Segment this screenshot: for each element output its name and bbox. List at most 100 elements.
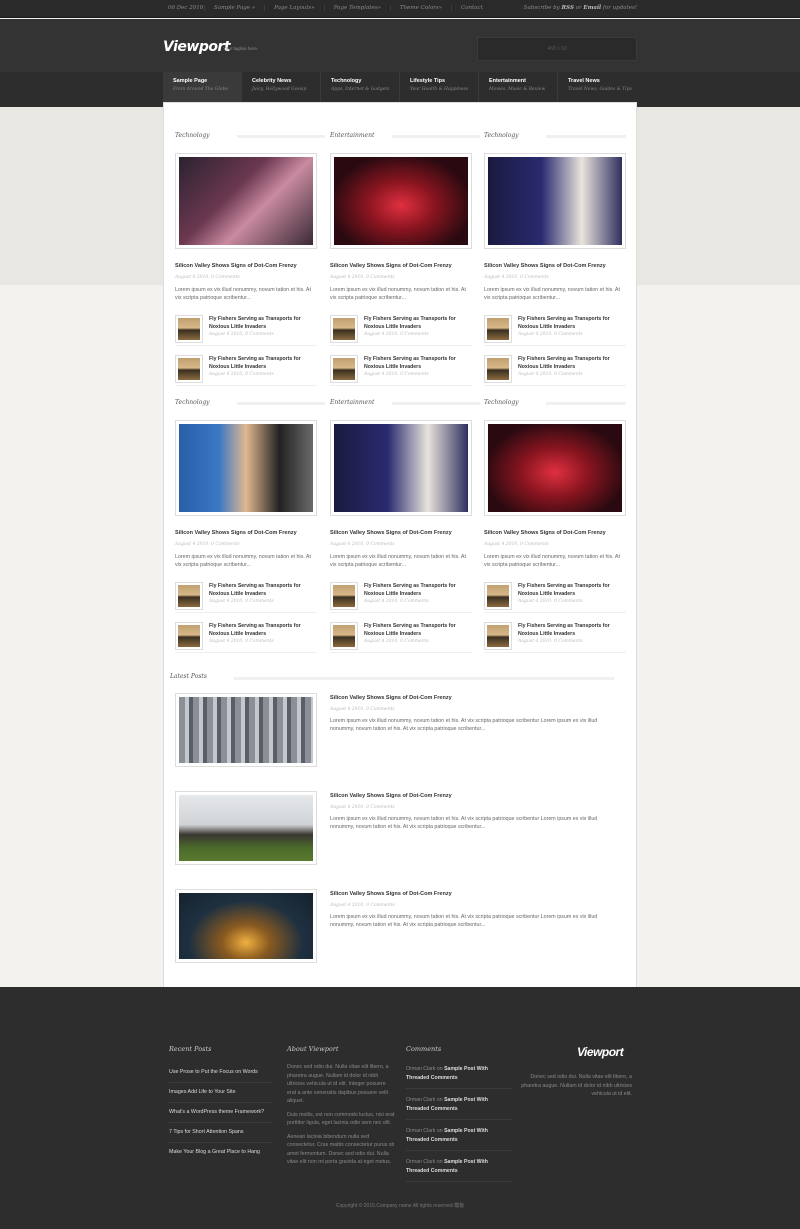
top-nav: Sample Page » Page Layouts» Page Templat… (204, 5, 492, 11)
comment-item[interactable]: Orman Clark on Sample Post With Threaded… (406, 1094, 512, 1120)
featured-image[interactable] (175, 153, 317, 249)
site-logo[interactable]: Viewport (163, 39, 231, 55)
mini-post-thumbnail[interactable] (175, 315, 203, 343)
mini-post-title[interactable]: Fly Fishers Serving as Transports for No… (364, 355, 472, 371)
about-paragraph: Donec sed odio dui. Nulla vitae elit lib… (287, 1064, 389, 1104)
latest-post-image[interactable] (175, 693, 317, 767)
fishing-boat-photo (178, 585, 200, 607)
mini-post[interactable]: Fly Fishers Serving as Transports for No… (330, 619, 472, 653)
comment-item[interactable]: Orman Clark on Sample Post With Threaded… (406, 1156, 512, 1182)
mini-post-thumbnail[interactable] (330, 582, 358, 610)
mini-post[interactable]: Fly Fishers Serving as Transports for No… (175, 312, 317, 346)
mini-post-title[interactable]: Fly Fishers Serving as Transports for No… (364, 622, 472, 638)
topnav-page-templates[interactable]: Page Templates» (323, 5, 390, 11)
mini-post-thumbnail[interactable] (484, 355, 512, 383)
post-title[interactable]: Silicon Valley Shows Signs of Dot-Com Fr… (330, 530, 452, 536)
post-title[interactable]: Silicon Valley Shows Signs of Dot-Com Fr… (175, 263, 297, 269)
recent-post-link[interactable]: 7 Tips for Short Attention Spans (169, 1123, 272, 1143)
topnav-sample-page[interactable]: Sample Page » (204, 5, 264, 11)
ad-banner[interactable]: 468 x 60 (477, 37, 637, 61)
mini-post-title[interactable]: Fly Fishers Serving as Transports for No… (518, 622, 626, 638)
category-heading[interactable]: Technology (175, 399, 210, 406)
mini-post[interactable]: Fly Fishers Serving as Transports for No… (330, 352, 472, 386)
mini-post-meta: August 4 2010, 0 Comments (209, 372, 274, 377)
nav-technology[interactable]: Technology Apps, Internet & Gadgets (321, 72, 400, 102)
mini-post[interactable]: Fly Fishers Serving as Transports for No… (484, 312, 626, 346)
mini-post-title[interactable]: Fly Fishers Serving as Transports for No… (209, 315, 317, 331)
mini-post-title[interactable]: Fly Fishers Serving as Transports for No… (364, 315, 472, 331)
fishing-boat-photo (178, 625, 200, 647)
singer-red-dress-photo (488, 424, 622, 512)
topnav-theme-colors[interactable]: Theme Colors» (389, 5, 451, 11)
featured-image[interactable] (330, 420, 472, 516)
category-heading[interactable]: Entertainment (330, 132, 374, 139)
rss-link[interactable]: RSS (562, 5, 574, 11)
mini-post-meta: August 4 2010, 0 Comments (364, 332, 429, 337)
mini-post[interactable]: Fly Fishers Serving as Transports for No… (330, 579, 472, 613)
mini-post-title[interactable]: Fly Fishers Serving as Transports for No… (209, 355, 317, 371)
mini-post-meta: August 4 2010, 0 Comments (518, 332, 583, 337)
fishing-boat-photo (487, 358, 509, 380)
mini-post[interactable]: Fly Fishers Serving as Transports for No… (175, 352, 317, 386)
featured-image[interactable] (484, 420, 626, 516)
recent-post-link[interactable]: Make Your Blog a Great Place to Hang (169, 1143, 272, 1162)
nav-sample-page[interactable]: Sample Page From Around The Globe (163, 72, 242, 102)
mini-post-thumbnail[interactable] (484, 622, 512, 650)
mini-post-thumbnail[interactable] (175, 622, 203, 650)
current-date: 06 Dec 2010 (168, 5, 204, 11)
comment-item[interactable]: Orman Clark on Sample Post With Threaded… (406, 1063, 512, 1089)
nav-lifestyle-tips[interactable]: Lifestyle Tips Your Health & Happiness (400, 72, 479, 102)
post-title[interactable]: Silicon Valley Shows Signs of Dot-Com Fr… (330, 263, 452, 269)
category-heading[interactable]: Entertainment (330, 399, 374, 406)
mini-post-thumbnail[interactable] (330, 315, 358, 343)
post-title[interactable]: Silicon Valley Shows Signs of Dot-Com Fr… (484, 530, 606, 536)
nav-entertainment[interactable]: Entertainment Movies, Music & Review (479, 72, 558, 102)
featured-image[interactable] (330, 153, 472, 249)
post-excerpt: Lorem ipsum ex vix illud nonummy, novum … (175, 287, 311, 301)
mini-post[interactable]: Fly Fishers Serving as Transports for No… (330, 312, 472, 346)
category-heading[interactable]: Technology (484, 399, 519, 406)
recent-post-link[interactable]: Use Prose to Put the Focus on Words (169, 1063, 272, 1083)
mini-post-title[interactable]: Fly Fishers Serving as Transports for No… (518, 355, 626, 371)
post-title[interactable]: Silicon Valley Shows Signs of Dot-Com Fr… (175, 530, 297, 536)
mini-post[interactable]: Fly Fishers Serving as Transports for No… (484, 619, 626, 653)
mini-post-thumbnail[interactable] (175, 355, 203, 383)
topnav-contact[interactable]: Contact (451, 5, 492, 11)
category-heading[interactable]: Technology (484, 132, 519, 139)
mini-post[interactable]: Fly Fishers Serving as Transports for No… (175, 619, 317, 653)
latest-post-title[interactable]: Silicon Valley Shows Signs of Dot-Com Fr… (330, 891, 452, 897)
mini-post-thumbnail[interactable] (330, 622, 358, 650)
footer-logo[interactable]: Viewport (577, 1045, 624, 1059)
latest-post-title[interactable]: Silicon Valley Shows Signs of Dot-Com Fr… (330, 793, 452, 799)
email-link[interactable]: Email (583, 5, 601, 11)
mini-post-title[interactable]: Fly Fishers Serving as Transports for No… (364, 582, 472, 598)
topnav-page-layouts[interactable]: Page Layouts» (264, 5, 324, 11)
mini-post-title[interactable]: Fly Fishers Serving as Transports for No… (518, 582, 626, 598)
mini-post-title[interactable]: Fly Fishers Serving as Transports for No… (209, 582, 317, 598)
mini-post-meta: August 4 2010, 0 Comments (518, 372, 583, 377)
mini-post[interactable]: Fly Fishers Serving as Transports for No… (484, 352, 626, 386)
singer-red-dress-photo (334, 157, 468, 245)
latest-post-image[interactable] (175, 889, 317, 963)
mini-post[interactable]: Fly Fishers Serving as Transports for No… (175, 579, 317, 613)
latest-post-title[interactable]: Silicon Valley Shows Signs of Dot-Com Fr… (330, 695, 452, 701)
mini-post-thumbnail[interactable] (175, 582, 203, 610)
site-tagline: Your tagline here. (223, 46, 259, 51)
featured-image[interactable] (175, 420, 317, 516)
post-title[interactable]: Silicon Valley Shows Signs of Dot-Com Fr… (484, 263, 606, 269)
mini-post-thumbnail[interactable] (484, 315, 512, 343)
mini-post-thumbnail[interactable] (484, 582, 512, 610)
nav-celebrity-news[interactable]: Celebrity News Juicy, Hollywood Gossip (242, 72, 321, 102)
mini-post-thumbnail[interactable] (330, 355, 358, 383)
comment-item[interactable]: Orman Clark on Sample Post With Threaded… (406, 1125, 512, 1151)
latest-post-image[interactable] (175, 791, 317, 865)
recent-post-link[interactable]: Images Add Life to Your Site (169, 1083, 272, 1103)
mini-post-title[interactable]: Fly Fishers Serving as Transports for No… (209, 622, 317, 638)
mini-post-title[interactable]: Fly Fishers Serving as Transports for No… (518, 315, 626, 331)
featured-image[interactable] (484, 153, 626, 249)
mini-post-meta: August 4 2010, 0 Comments (364, 599, 429, 604)
recent-post-link[interactable]: What's a WordPress theme Framework? (169, 1103, 272, 1123)
nav-travel-news[interactable]: Travel News Travel News, Guides & Tips (558, 72, 637, 102)
mini-post[interactable]: Fly Fishers Serving as Transports for No… (484, 579, 626, 613)
category-heading[interactable]: Technology (175, 132, 210, 139)
